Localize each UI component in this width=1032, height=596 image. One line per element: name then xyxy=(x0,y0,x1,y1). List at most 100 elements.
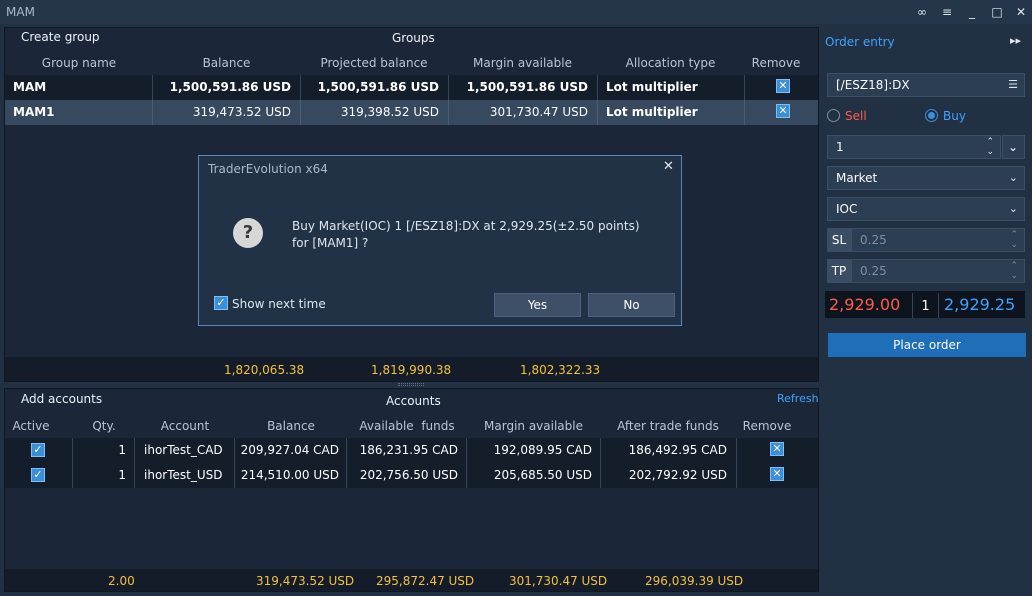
ask-price[interactable]: 2,929.25 xyxy=(944,295,1015,314)
total-margin: 1,802,322.33 xyxy=(520,363,601,377)
quote-size: 1 xyxy=(912,293,939,318)
show-next-time-checkbox[interactable]: ✓ xyxy=(214,296,228,310)
buy-radio[interactable] xyxy=(925,109,938,122)
symbol-field[interactable]: [/ESZ18]:DX ☰ xyxy=(827,73,1025,97)
accounts-title: Accounts xyxy=(386,394,441,408)
total-acc-after: 296,039.39 USD xyxy=(645,574,744,588)
group-margin: 1,500,591.86 USD xyxy=(466,80,588,94)
order-type-select[interactable]: Market ⌄ xyxy=(827,166,1025,190)
group-allocation: Lot multiplier xyxy=(606,105,698,119)
menu-icon[interactable]: ≡ xyxy=(939,4,955,20)
col-active[interactable]: Active xyxy=(5,419,57,433)
col-available[interactable]: Available funds xyxy=(347,419,467,433)
col-balance[interactable]: Balance xyxy=(153,56,300,70)
link-icon[interactable]: ∞ xyxy=(914,4,930,20)
remove-group-button[interactable]: ✕ xyxy=(776,104,790,118)
col-projected[interactable]: Projected balance xyxy=(300,56,448,70)
col-group-name[interactable]: Group name xyxy=(5,56,153,70)
refresh-link[interactable]: Refresh xyxy=(777,392,819,405)
col-margin[interactable]: Margin available xyxy=(448,56,597,70)
dialog-close-icon[interactable]: ✕ xyxy=(663,159,674,174)
create-group-button[interactable]: Create group xyxy=(21,30,100,44)
stepper-arrows-icon[interactable]: ⌃ ⌄ xyxy=(1010,230,1018,250)
col-remove[interactable]: Remove xyxy=(744,56,808,70)
no-button[interactable]: No xyxy=(588,293,675,317)
total-acc-margin: 301,730.47 USD xyxy=(509,574,608,588)
col-allocation[interactable]: Allocation type xyxy=(597,56,744,70)
close-icon[interactable]: ✕ xyxy=(1013,4,1029,20)
col-acc-margin[interactable]: Margin available xyxy=(467,419,600,433)
order-entry-title: Order entry xyxy=(825,35,895,49)
minimize-icon[interactable]: _ xyxy=(964,4,980,20)
chevron-down-icon: ⌄ xyxy=(1008,171,1018,184)
group-margin: 301,730.47 USD xyxy=(489,105,588,119)
acc-margin: 205,685.50 USD xyxy=(493,468,592,482)
place-order-button[interactable]: Place order xyxy=(828,333,1026,357)
confirm-dialog: TraderEvolution x64 ✕ ? Buy Market(IOC) … xyxy=(198,155,682,326)
title-bar xyxy=(0,0,1032,24)
group-projected: 1,500,591.86 USD xyxy=(317,80,439,94)
chevron-down-icon: ⌄ xyxy=(1008,202,1018,215)
acc-name: ihorTest_USD xyxy=(144,468,223,482)
quantity-dropdown[interactable]: ⌄ xyxy=(1002,135,1025,159)
remove-account-button[interactable]: ✕ xyxy=(770,442,784,456)
col-acc-balance[interactable]: Balance xyxy=(235,419,347,433)
sl-input[interactable]: 0.25 ⌃ ⌄ xyxy=(851,228,1025,252)
order-type-value: Market xyxy=(836,171,878,185)
active-checkbox[interactable]: ✓ xyxy=(31,443,45,457)
total-acc-available: 295,872.47 USD xyxy=(376,574,475,588)
collapse-icon[interactable]: ▸▸ xyxy=(1010,34,1021,47)
table-row[interactable]: ✓ 1 ihorTest_CAD 209,927.04 CAD 186,231.… xyxy=(5,438,818,463)
col-acc-remove[interactable]: Remove xyxy=(736,419,798,433)
stepper-arrows-icon[interactable]: ⌃ ⌄ xyxy=(1010,261,1018,281)
splitter-handle[interactable] xyxy=(398,383,424,386)
group-projected: 319,398.52 USD xyxy=(340,105,439,119)
quantity-value: 1 xyxy=(836,140,844,154)
table-row[interactable]: MAM1 319,473.52 USD 319,398.52 USD 301,7… xyxy=(5,100,818,125)
acc-name: ihorTest_CAD xyxy=(144,443,223,457)
dialog-title: TraderEvolution x64 xyxy=(208,162,328,176)
total-balance: 1,820,065.38 xyxy=(224,363,305,377)
group-name: MAM xyxy=(13,80,47,94)
add-accounts-button[interactable]: Add accounts xyxy=(21,392,102,406)
tp-toggle[interactable]: TP xyxy=(827,259,851,283)
chevron-down-icon: ⌄ xyxy=(1008,140,1019,154)
tif-select[interactable]: IOC ⌄ xyxy=(827,197,1025,221)
active-checkbox[interactable]: ✓ xyxy=(31,468,45,482)
show-next-time-label[interactable]: Show next time xyxy=(232,297,326,311)
acc-margin: 192,089.95 CAD xyxy=(493,443,592,457)
col-after-trade[interactable]: After trade funds xyxy=(600,419,736,433)
col-account[interactable]: Account xyxy=(135,419,235,433)
list-icon[interactable]: ☰ xyxy=(1008,74,1018,96)
yes-button[interactable]: Yes xyxy=(494,293,581,317)
sell-radio[interactable] xyxy=(827,109,840,122)
buy-label[interactable]: Buy xyxy=(943,109,966,123)
total-projected: 1,819,990.38 xyxy=(371,363,452,377)
group-name: MAM1 xyxy=(13,105,55,119)
quantity-stepper[interactable]: 1 ⌃ ⌄ xyxy=(827,135,1001,159)
group-balance: 319,473.52 USD xyxy=(192,105,291,119)
sl-toggle[interactable]: SL xyxy=(827,228,851,252)
dialog-message-line1: Buy Market(IOC) 1 [/ESZ18]:DX at 2,929.2… xyxy=(292,219,640,233)
stepper-arrows-icon[interactable]: ⌃ ⌄ xyxy=(986,137,994,157)
sell-label[interactable]: Sell xyxy=(845,109,867,123)
app-title: MAM xyxy=(6,5,35,19)
table-row[interactable]: ✓ 1 ihorTest_USD 214,510.00 USD 202,756.… xyxy=(5,463,818,488)
acc-after: 202,792.92 USD xyxy=(628,468,727,482)
group-balance: 1,500,591.86 USD xyxy=(169,80,291,94)
remove-group-button[interactable]: ✕ xyxy=(776,79,790,93)
group-allocation: Lot multiplier xyxy=(606,80,698,94)
total-qty: 2.00 xyxy=(108,574,135,588)
sl-value: 0.25 xyxy=(860,233,887,247)
maximize-icon[interactable]: □ xyxy=(989,4,1005,20)
acc-qty: 1 xyxy=(118,468,126,482)
dialog-message-line2: for [MAM1] ? xyxy=(292,236,369,250)
col-qty[interactable]: Qty. xyxy=(73,419,135,433)
tp-input[interactable]: 0.25 ⌃ ⌄ xyxy=(851,259,1025,283)
acc-available: 202,756.50 USD xyxy=(359,468,458,482)
bid-price[interactable]: 2,929.00 xyxy=(829,295,900,314)
acc-balance: 209,927.04 CAD xyxy=(240,443,339,457)
remove-account-button[interactable]: ✕ xyxy=(770,467,784,481)
acc-balance: 214,510.00 USD xyxy=(240,468,339,482)
table-row[interactable]: MAM 1,500,591.86 USD 1,500,591.86 USD 1,… xyxy=(5,75,818,100)
